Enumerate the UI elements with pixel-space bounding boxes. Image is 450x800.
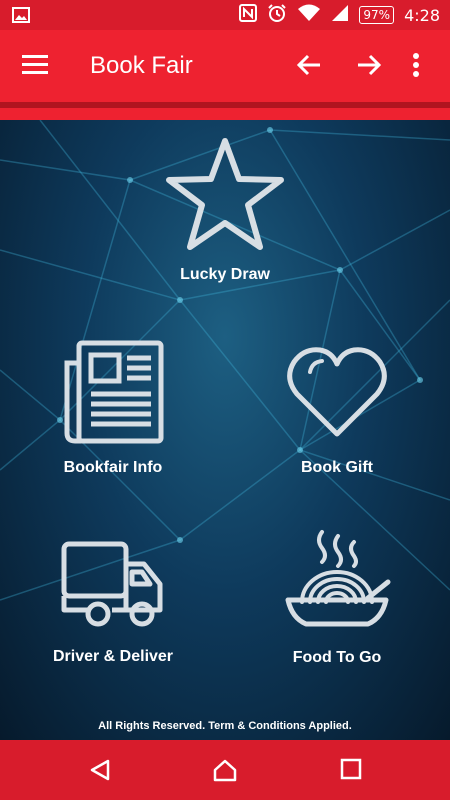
- page-title: Book Fair: [90, 52, 193, 79]
- clock-time: 4:28: [404, 5, 440, 25]
- truck-icon: [61, 541, 163, 627]
- status-bar: 97% 4:28: [0, 0, 450, 30]
- arrow-forward-icon[interactable]: [356, 52, 382, 83]
- arrow-back-icon[interactable]: [296, 52, 322, 83]
- menu-icon[interactable]: [22, 54, 48, 81]
- tile-lucky-draw[interactable]: Lucky Draw: [145, 135, 305, 284]
- tile-label: Driver & Deliver: [52, 648, 174, 665]
- tile-driver-deliver[interactable]: Driver & Deliver: [38, 532, 188, 666]
- tile-label: Lucky Draw: [180, 266, 270, 283]
- app-bar-band: [0, 108, 450, 120]
- main-content: Lucky Draw Bookfair Info Book Gift Drive…: [0, 120, 450, 740]
- star-icon: [166, 138, 284, 250]
- battery-icon: 97%: [359, 6, 395, 24]
- tile-food-to-go[interactable]: Food To Go: [262, 528, 412, 667]
- copyright-text: All Rights Reserved. Term & Conditions A…: [98, 720, 352, 732]
- nfc-icon: [239, 3, 258, 27]
- tile-label: Bookfair Info: [63, 459, 163, 476]
- noodle-bowl-icon: [285, 530, 391, 627]
- wifi-icon: [297, 4, 321, 27]
- tile-book-gift[interactable]: Book Gift: [262, 338, 412, 477]
- image-icon: [12, 7, 30, 28]
- recents-square-icon[interactable]: [340, 758, 362, 785]
- more-vert-icon[interactable]: [412, 52, 420, 83]
- alarm-icon: [267, 3, 287, 28]
- tile-label: Food To Go: [292, 649, 382, 666]
- home-icon[interactable]: [212, 758, 238, 787]
- heart-icon: [287, 347, 387, 437]
- signal-icon: [331, 4, 349, 27]
- system-nav-bar: [0, 740, 450, 800]
- tile-bookfair-info[interactable]: Bookfair Info: [38, 338, 188, 477]
- back-triangle-icon[interactable]: [88, 758, 112, 787]
- tile-label: Book Gift: [301, 459, 373, 476]
- app-bar: Book Fair: [0, 30, 450, 102]
- newspaper-icon: [64, 340, 164, 444]
